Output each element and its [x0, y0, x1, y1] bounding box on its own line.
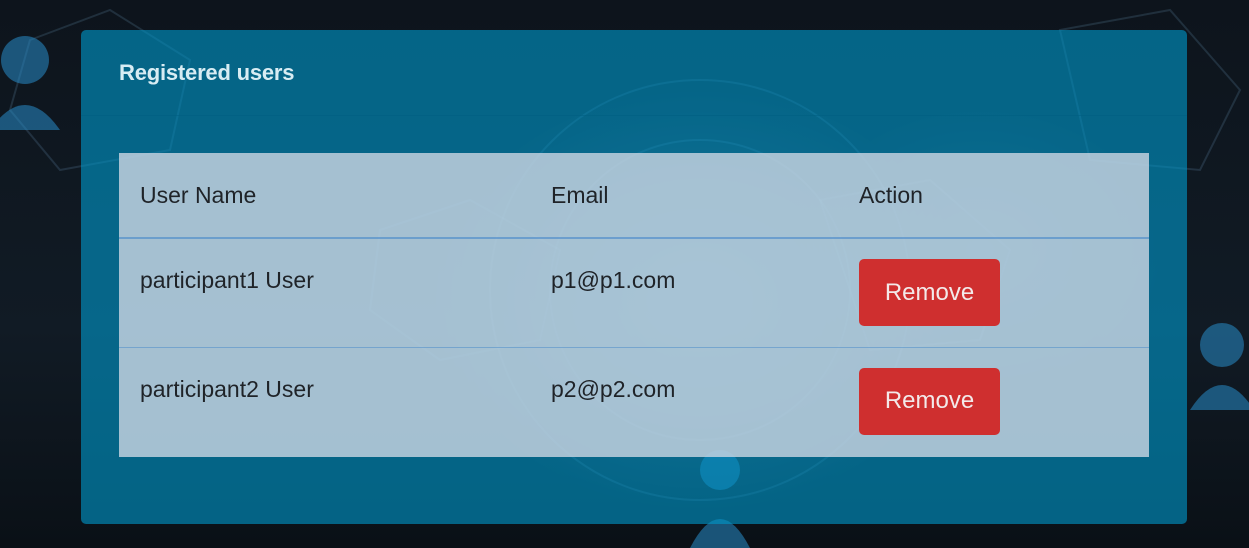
users-table-container: User Name Email Action participant1 User… — [119, 153, 1149, 457]
users-table: User Name Email Action participant1 User… — [119, 153, 1149, 456]
table-row: participant1 User p1@p1.com Remove — [119, 238, 1149, 347]
action-cell: Remove — [838, 346, 1149, 456]
panel-title: Registered users — [119, 60, 295, 85]
email-cell: p2@p2.com — [530, 346, 838, 456]
column-header-user-name: User Name — [119, 153, 530, 239]
column-header-email: Email — [530, 153, 838, 239]
user-name-cell: participant1 User — [140, 267, 314, 293]
column-header-action: Action — [838, 153, 1149, 239]
table-body: participant1 User p1@p1.com Remove parti… — [119, 238, 1149, 456]
email-cell: p1@p1.com — [551, 267, 676, 293]
header-row: User Name Email Action — [119, 153, 1149, 239]
panel-header: Registered users — [81, 30, 1187, 116]
remove-button[interactable]: Remove — [859, 367, 1000, 435]
user-name-cell: participant2 User — [119, 346, 530, 456]
table-row: participant2 User p2@p2.com Remove — [119, 346, 1149, 456]
action-cell: Remove — [838, 238, 1149, 347]
registered-users-panel: Registered users User Name Email Action … — [81, 30, 1187, 524]
table-header: User Name Email Action — [119, 153, 1149, 239]
remove-button[interactable]: Remove — [859, 259, 1000, 326]
